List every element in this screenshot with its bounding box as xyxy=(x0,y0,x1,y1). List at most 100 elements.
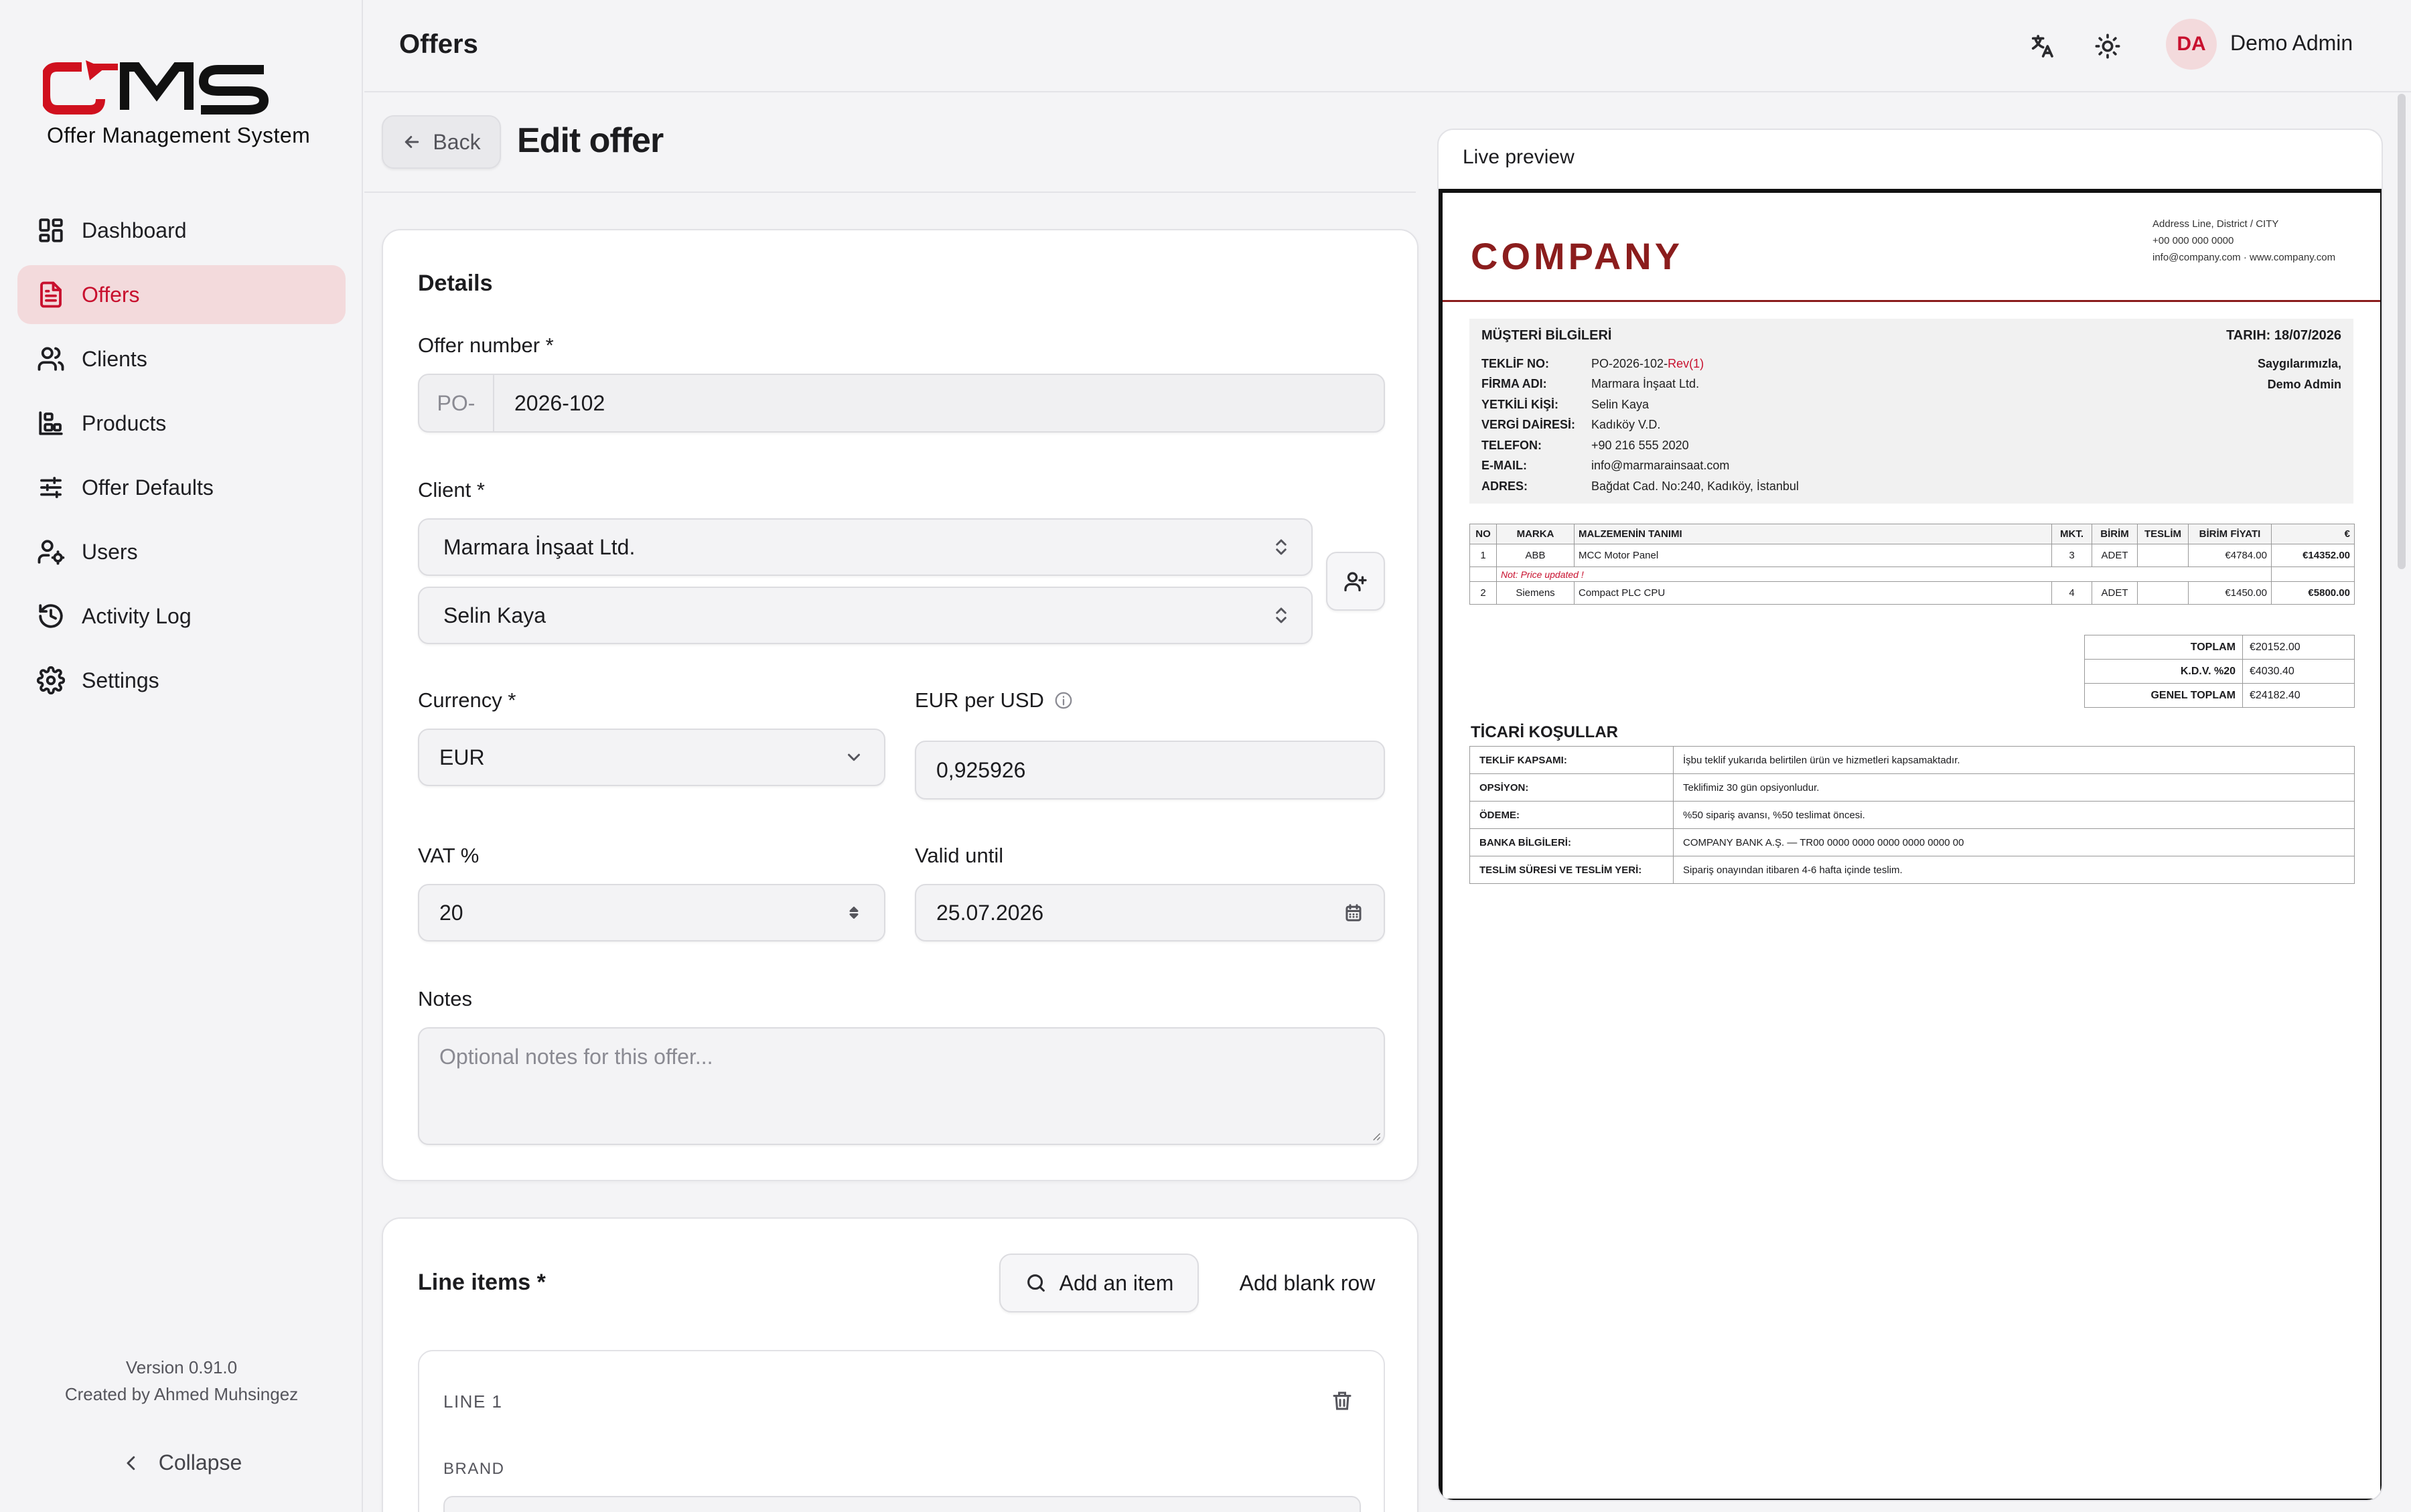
add-item-button[interactable]: Add an item xyxy=(999,1254,1199,1312)
sidebar-nav: Dashboard Offers Clients Products Offer … xyxy=(17,201,346,715)
customer-value: Selin Kaya xyxy=(1591,397,1650,411)
total-value: €24182.40 xyxy=(2242,683,2355,708)
brand-input[interactable] xyxy=(443,1496,1361,1512)
avatar[interactable]: DA xyxy=(2166,19,2217,70)
customer-key: ADRES: xyxy=(1481,479,1528,493)
collapse-button[interactable]: Collapse xyxy=(0,1450,363,1475)
credit-text: Created by Ahmed Muhsingez xyxy=(64,1384,299,1404)
user-plus-icon xyxy=(1344,572,1367,592)
page-scrollbar[interactable] xyxy=(2398,94,2406,569)
add-item-label: Add an item xyxy=(1059,1270,1174,1295)
term-key: ÖDEME: xyxy=(1469,801,1674,829)
customer-row: VERGİ DAİRESİ: Kadıköy V.D. xyxy=(1481,415,1799,436)
chevron-left-icon xyxy=(127,1456,135,1470)
vat-input[interactable]: 20 xyxy=(418,884,885,941)
doc-contact: info@company.com · www.company.com xyxy=(2152,252,2336,263)
chevron-updown-icon xyxy=(1271,537,1291,557)
item-qty: 3 xyxy=(2051,544,2092,567)
calendar-icon[interactable] xyxy=(1343,903,1364,923)
theme-sun-icon[interactable] xyxy=(2091,29,2124,63)
item-note-row: Not: Price updated ! xyxy=(1469,566,2355,582)
sidebar-item-products[interactable]: Products xyxy=(17,394,346,453)
doc-divider xyxy=(1443,300,2380,302)
signature-block: Saygılarımızla, Demo Admin xyxy=(2258,354,2341,395)
terms-row: OPSİYON: Teklifimiz 30 gün opsiyonludur. xyxy=(1469,773,2355,802)
offer-number-field[interactable]: PO- 2026-102 xyxy=(418,374,1385,433)
term-key: TEKLİF KAPSAMI: xyxy=(1469,746,1674,774)
arrow-left-icon xyxy=(405,136,419,148)
user-name[interactable]: Demo Admin xyxy=(2230,31,2353,56)
item-note: Not: Price updated ! xyxy=(1496,566,2272,582)
doc-address-line: Address Line, District / CITY xyxy=(2152,218,2279,230)
table-row: 2 Siemens Compact PLC CPU 4 ADET €1450.0… xyxy=(1469,581,2355,605)
doc-address: Address Line, District / CITY +00 000 00… xyxy=(2152,216,2353,266)
col-header: MARKA xyxy=(1496,524,1575,544)
spinner-icon[interactable] xyxy=(844,903,864,923)
currency-value: EUR xyxy=(439,745,485,769)
collapse-label: Collapse xyxy=(158,1450,242,1475)
valid-until-input[interactable]: 25.07.2026 xyxy=(915,884,1385,941)
total-value: €20152.00 xyxy=(2242,635,2355,660)
item-brand: Siemens xyxy=(1496,581,1575,605)
customer-key: TELEFON: xyxy=(1481,438,1542,452)
translate-icon[interactable] xyxy=(2025,29,2059,63)
item-unit: ADET xyxy=(2092,544,2138,567)
customer-key: TEKLİF NO: xyxy=(1481,356,1549,370)
col-header: MALZEMENİN TANIMI xyxy=(1574,524,2052,544)
trash-icon[interactable] xyxy=(1330,1389,1354,1413)
search-icon xyxy=(1027,1274,1045,1292)
chevron-updown-icon xyxy=(1271,605,1291,625)
sidebar-item-offers[interactable]: Offers xyxy=(17,265,346,324)
terms-row: TEKLİF KAPSAMI: İşbu teklif yukarıda beli… xyxy=(1469,746,2355,774)
term-value: İşbu teklif yukarıda belirtilen ürün ve … xyxy=(1673,746,2355,774)
customer-key: YETKİLİ KİŞİ: xyxy=(1481,397,1559,411)
col-header: MKT. xyxy=(2051,524,2092,544)
rate-value: 0,925926 xyxy=(936,757,1026,782)
customer-key: FİRMA ADI: xyxy=(1481,377,1547,391)
sidebar-item-users[interactable]: Users xyxy=(17,522,346,581)
terms-table: TEKLİF KAPSAMI: İşbu teklif yukarıda beli… xyxy=(1469,746,2355,884)
top-bar: Offers DA Demo Admin xyxy=(364,0,2411,92)
info-icon[interactable] xyxy=(1053,690,1074,710)
terms-title: TİCARİ KOŞULLAR xyxy=(1471,723,1618,741)
client-value: Marmara İnşaat Ltd. xyxy=(443,534,636,559)
sidebar-item-settings[interactable]: Settings xyxy=(17,651,346,710)
total-key: K.D.V. %20 xyxy=(2084,659,2243,684)
customer-row: TEKLİF NO: PO-2026-102-Rev(1) xyxy=(1481,354,1799,374)
vat-label: VAT % xyxy=(418,844,480,867)
rate-label-wrap: EUR per USD xyxy=(915,688,1074,712)
sidebar-item-label: Clients xyxy=(82,346,147,371)
back-label: Back xyxy=(433,129,481,154)
history-icon xyxy=(36,601,66,631)
notes-textarea[interactable]: Optional notes for this offer... xyxy=(418,1027,1385,1145)
rate-input[interactable]: 0,925926 xyxy=(915,741,1385,800)
add-contact-button[interactable] xyxy=(1326,552,1385,611)
customer-row: YETKİLİ KİŞİ: Selin Kaya xyxy=(1481,394,1799,415)
line-items-title: Line items * xyxy=(418,1270,546,1295)
totals-row: GENEL TOPLAM €24182.40 xyxy=(2084,683,2355,708)
notes-placeholder: Optional notes for this offer... xyxy=(439,1045,713,1069)
chevron-down-icon xyxy=(844,747,864,767)
back-button[interactable]: Back xyxy=(382,115,501,169)
add-blank-row-button[interactable]: Add blank row xyxy=(1227,1254,1388,1312)
sidebar-item-offer-defaults[interactable]: Offer Defaults xyxy=(17,458,346,517)
line-items-card: Line items * Add an item Add blank row L… xyxy=(382,1217,1418,1512)
customer-row: FİRMA ADI: Marmara İnşaat Ltd. xyxy=(1481,374,1799,395)
customer-value: Marmara İnşaat Ltd. xyxy=(1591,377,1700,391)
sidebar-item-dashboard[interactable]: Dashboard xyxy=(17,201,346,260)
sidebar-item-label: Settings xyxy=(82,668,159,692)
sidebar-item-activity-log[interactable]: Activity Log xyxy=(17,587,346,646)
client-label: Client * xyxy=(418,478,485,502)
offer-document: COMPANY Address Line, District / CITY +0… xyxy=(1439,189,2382,1500)
client-select[interactable]: Marmara İnşaat Ltd. xyxy=(418,518,1313,576)
currency-select[interactable]: EUR xyxy=(418,729,885,786)
doc-company-name: COMPANY xyxy=(1471,235,1684,277)
item-desc: MCC Motor Panel xyxy=(1574,544,2052,567)
customer-header: MÜŞTERİ BİLGİLERİ xyxy=(1481,328,1612,343)
details-title: Details xyxy=(418,271,493,296)
contact-select[interactable]: Selin Kaya xyxy=(418,587,1313,644)
resize-handle-icon[interactable] xyxy=(1372,1132,1381,1141)
sidebar-item-clients[interactable]: Clients xyxy=(17,329,346,388)
details-card: Details Offer number * PO- 2026-102 Clie… xyxy=(382,229,1418,1181)
page-title: Edit offer xyxy=(517,121,664,160)
